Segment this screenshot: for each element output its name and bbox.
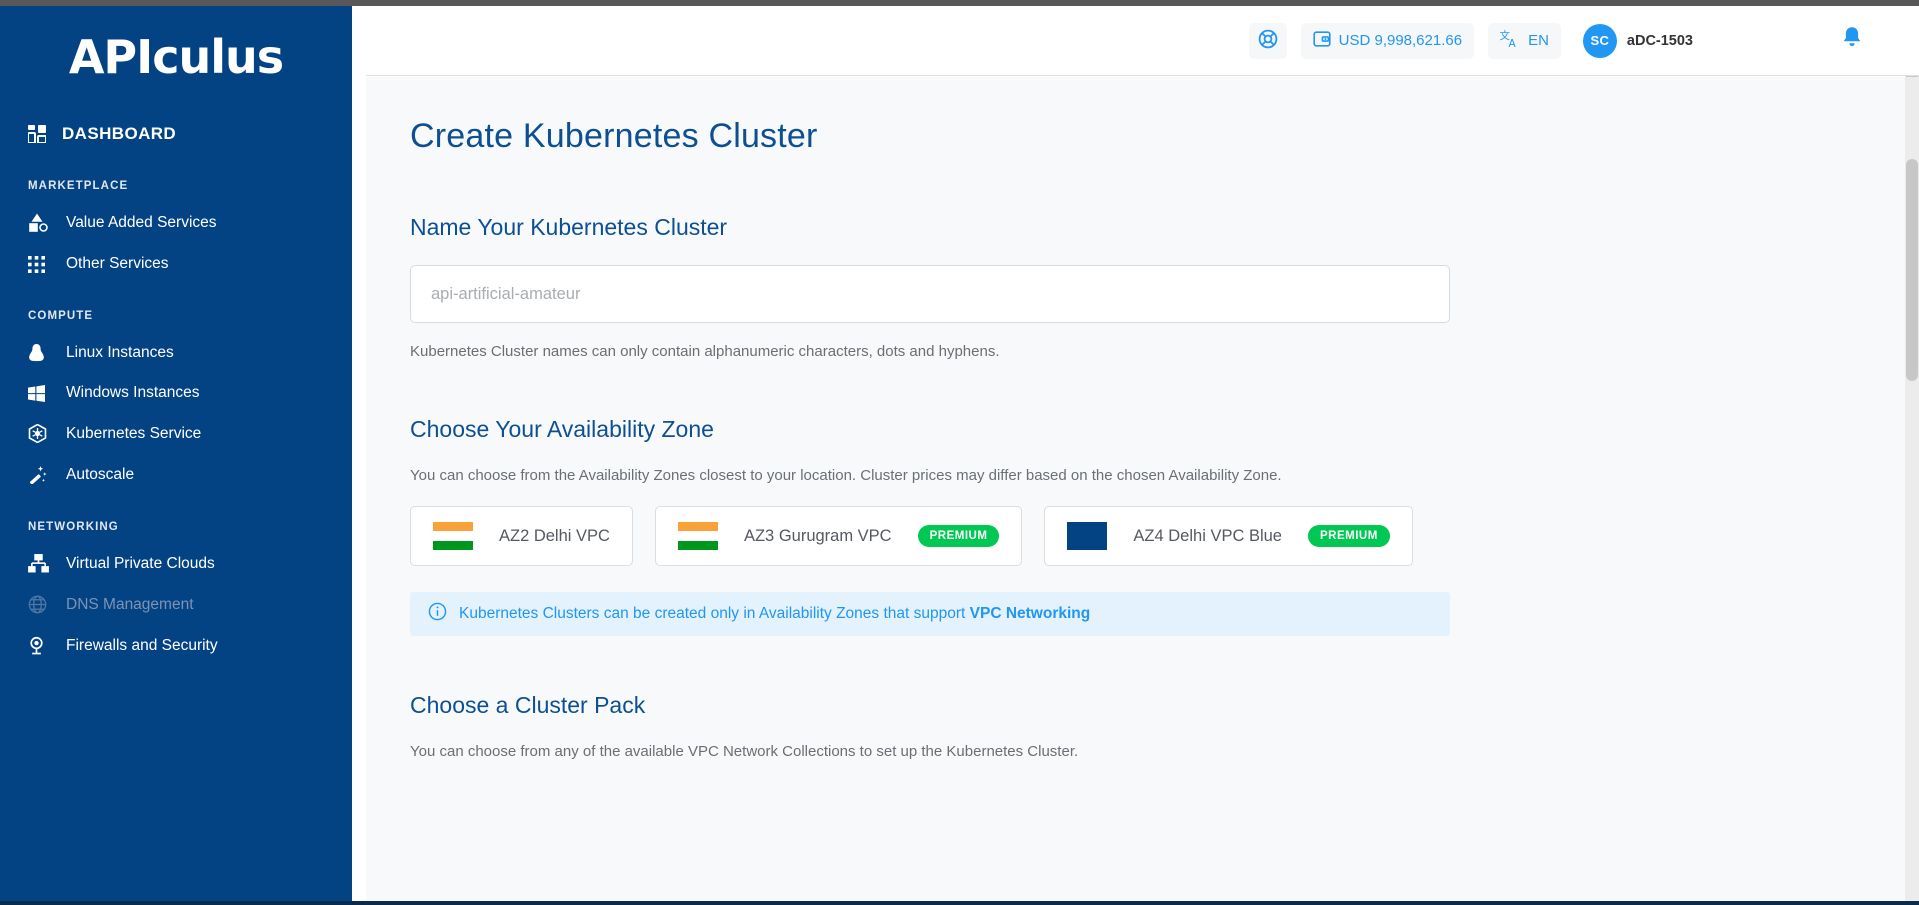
brand-logo-text: APIculus — [69, 34, 283, 80]
az-card-label: AZ4 Delhi VPC Blue — [1133, 527, 1282, 546]
sidebar-section-networking: NETWORKING — [0, 495, 352, 543]
sidebar-item-dns-management[interactable]: DNS Management — [0, 584, 352, 625]
lifebuoy-icon — [1258, 29, 1278, 53]
az-section-title: Choose Your Availability Zone — [410, 416, 1856, 443]
kubernetes-helm-icon — [28, 424, 66, 443]
sidebar-item-virtual-private-clouds[interactable]: Virtual Private Clouds — [0, 543, 352, 584]
bell-icon — [1841, 26, 1863, 55]
az-card-label: AZ2 Delhi VPC — [499, 527, 610, 546]
sidebar-item-dashboard[interactable]: DASHBOARD — [0, 114, 352, 154]
page-title: Create Kubernetes Cluster — [410, 117, 1856, 156]
bottom-edge — [0, 901, 1919, 905]
sidebar-item-label: Other Services — [66, 255, 169, 273]
blue-square-icon — [1067, 522, 1107, 550]
shield-pin-icon — [28, 636, 66, 655]
sidebar-item-label: Kubernetes Service — [66, 425, 201, 443]
grid-dashboard-icon — [28, 125, 62, 143]
linux-penguin-icon — [28, 343, 66, 362]
sidebar-item-label: Windows Instances — [66, 384, 200, 402]
sidebar-item-label: Value Added Services — [66, 214, 217, 232]
availability-zone-list: AZ2 Delhi VPC AZ3 Gurugram VPC PREMIUM A… — [410, 506, 1856, 566]
brand-logo[interactable]: APIculus — [0, 6, 352, 114]
az-section-description: You can choose from the Availability Zon… — [410, 467, 1856, 484]
wallet-icon — [1313, 30, 1331, 52]
main-scrollbar-thumb[interactable] — [1906, 159, 1918, 381]
az-card-az3-gurugram-vpc[interactable]: AZ3 Gurugram VPC PREMIUM — [655, 506, 1022, 566]
cluster-name-input[interactable] — [410, 265, 1450, 323]
apps-grid-icon — [28, 256, 66, 273]
shapes-icon — [28, 213, 66, 233]
support-button[interactable] — [1249, 23, 1287, 59]
main-content: Create Kubernetes Cluster Name Your Kube… — [366, 77, 1919, 905]
az-card-label: AZ3 Gurugram VPC — [744, 527, 892, 546]
wallet-balance-label: USD 9,998,621.66 — [1339, 32, 1462, 49]
language-selector-button[interactable]: 文 A EN — [1488, 23, 1561, 59]
info-circle-icon — [428, 602, 447, 626]
windows-icon — [28, 385, 66, 402]
vpc-networking-link[interactable]: VPC Networking — [970, 605, 1091, 622]
user-account-menu[interactable]: SC aDC-1503 — [1583, 24, 1693, 58]
sidebar-item-windows-instances[interactable]: Windows Instances — [0, 373, 352, 413]
vpc-networking-info-banner: Kubernetes Clusters can be created only … — [410, 592, 1450, 636]
sidebar-item-value-added-services[interactable]: Value Added Services — [0, 202, 352, 244]
info-banner-message: Kubernetes Clusters can be created only … — [459, 605, 970, 622]
sidebar-item-firewalls-and-security[interactable]: Firewalls and Security — [0, 625, 352, 666]
sidebar-item-label: Linux Instances — [66, 344, 174, 362]
user-name-label: aDC-1503 — [1627, 33, 1693, 49]
top-header: USD 9,998,621.66 文 A EN SC aDC-1503 — [366, 6, 1919, 76]
sidebar-item-autoscale[interactable]: Autoscale — [0, 454, 352, 495]
name-section-title: Name Your Kubernetes Cluster — [410, 214, 1856, 241]
sidebar-item-kubernetes-service[interactable]: Kubernetes Service — [0, 413, 352, 454]
language-label: EN — [1528, 32, 1549, 49]
pack-section-title: Choose a Cluster Pack — [410, 692, 1856, 719]
az-card-az2-delhi-vpc[interactable]: AZ2 Delhi VPC — [410, 506, 633, 566]
india-flag-icon — [678, 522, 718, 550]
sidebar-section-compute: COMPUTE — [0, 284, 352, 332]
sidebar-item-label: Virtual Private Clouds — [66, 555, 215, 573]
magic-wand-icon — [28, 465, 66, 484]
globe-icon — [28, 595, 66, 614]
main-scrollbar-track[interactable] — [1905, 77, 1919, 905]
avatar: SC — [1583, 24, 1617, 58]
wallet-balance-button[interactable]: USD 9,998,621.66 — [1301, 23, 1474, 59]
premium-badge: PREMIUM — [1308, 525, 1390, 547]
network-topology-icon — [28, 554, 66, 573]
az-card-az4-delhi-vpc-blue[interactable]: AZ4 Delhi VPC Blue PREMIUM — [1044, 506, 1412, 566]
sidebar-section-marketplace: MARKETPLACE — [0, 154, 352, 202]
premium-badge: PREMIUM — [918, 525, 1000, 547]
sidebar-item-other-services[interactable]: Other Services — [0, 244, 352, 284]
sidebar-item-label: Autoscale — [66, 466, 134, 484]
cluster-name-hint: Kubernetes Cluster names can only contai… — [410, 343, 1856, 360]
sidebar-item-label: Firewalls and Security — [66, 637, 218, 655]
info-banner-text: Kubernetes Clusters can be created only … — [459, 605, 1090, 623]
svg-text:A: A — [1509, 38, 1517, 49]
sidebar: APIculus DASHBOARD MARKETPLACE — [0, 6, 352, 905]
notifications-button[interactable] — [1841, 26, 1863, 55]
app-root: APIculus DASHBOARD MARKETPLACE — [0, 0, 1919, 905]
pack-section-description: You can choose from any of the available… — [410, 743, 1856, 760]
sidebar-item-label: DNS Management — [66, 596, 194, 614]
sidebar-item-linux-instances[interactable]: Linux Instances — [0, 332, 352, 373]
translate-icon: 文 A — [1500, 29, 1520, 53]
sidebar-item-label: DASHBOARD — [62, 124, 176, 144]
india-flag-icon — [433, 522, 473, 550]
